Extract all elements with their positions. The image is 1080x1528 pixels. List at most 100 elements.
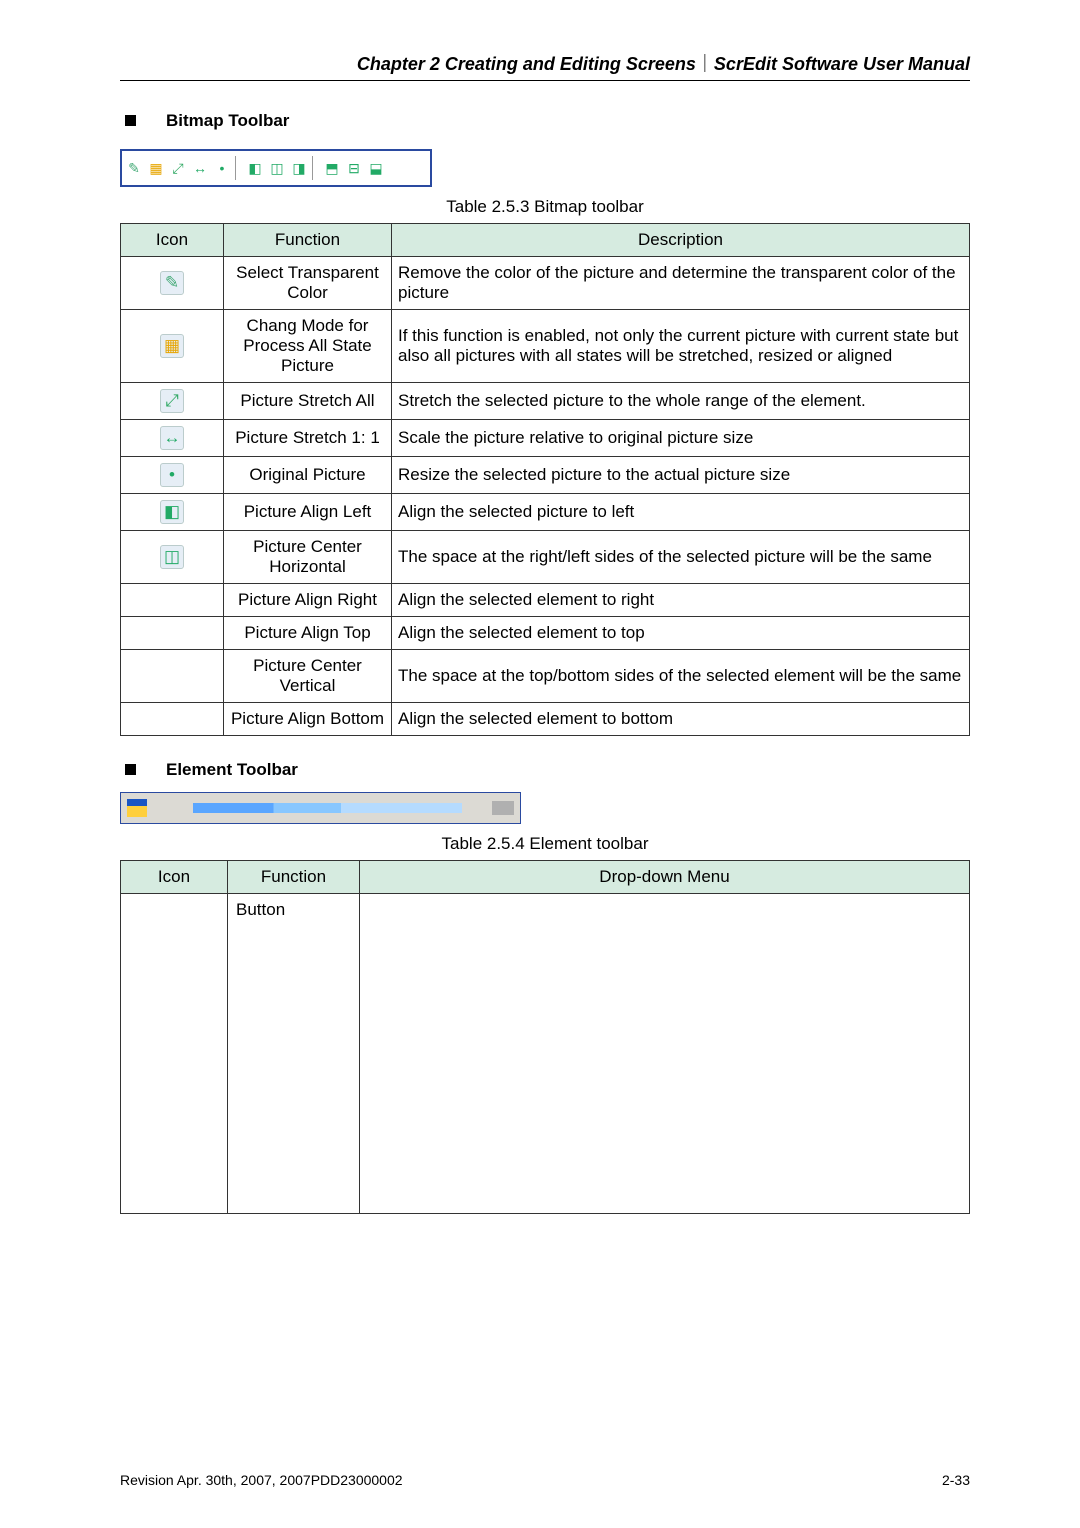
bullet-icon bbox=[125, 115, 136, 126]
icon-cell bbox=[121, 257, 224, 310]
icon-cell bbox=[121, 617, 224, 650]
icon-cell bbox=[121, 650, 224, 703]
align-top-icon[interactable] bbox=[322, 158, 342, 178]
bitmap-toolbar-table: Icon Function Description Select Transpa… bbox=[120, 223, 970, 736]
function-cell: Select Transparent Color bbox=[224, 257, 392, 310]
table-row: Picture Align TopAlign the selected elem… bbox=[121, 617, 970, 650]
pen-icon bbox=[160, 271, 184, 295]
function-cell: Picture Stretch 1: 1 bbox=[224, 420, 392, 457]
table-header-row: Icon Function Description bbox=[121, 224, 970, 257]
bitmap-toolbar-image bbox=[120, 149, 432, 187]
header-sep: ｜ bbox=[696, 54, 714, 74]
section-element-toolbar: Element Toolbar bbox=[120, 760, 970, 780]
header-rule bbox=[120, 80, 970, 81]
function-cell: Picture Stretch All bbox=[224, 383, 392, 420]
align-left-icon bbox=[160, 500, 184, 524]
element-toolbar-table: Icon Function Drop-down Menu Button bbox=[120, 860, 970, 1214]
table-row: Select Transparent ColorRemove the color… bbox=[121, 257, 970, 310]
original-icon[interactable] bbox=[212, 158, 232, 178]
icon-cell bbox=[121, 420, 224, 457]
icon-cell bbox=[121, 531, 224, 584]
icon-cell bbox=[121, 310, 224, 383]
mode-icon bbox=[160, 334, 184, 358]
function-cell: Picture Center Vertical bbox=[224, 650, 392, 703]
table-header-row: Icon Function Drop-down Menu bbox=[121, 861, 970, 894]
table-row: Picture Align BottomAlign the selected e… bbox=[121, 703, 970, 736]
stretch-all-icon bbox=[160, 389, 184, 413]
mode-icon[interactable] bbox=[146, 158, 166, 178]
header-line: Chapter 2 Creating and Editing Screens｜S… bbox=[120, 50, 970, 76]
table-row: Picture Align LeftAlign the selected pic… bbox=[121, 494, 970, 531]
description-cell: Stretch the selected picture to the whol… bbox=[392, 383, 970, 420]
icon-cell bbox=[121, 457, 224, 494]
description-cell: The space at the right/left sides of the… bbox=[392, 531, 970, 584]
table-row: Picture Align RightAlign the selected el… bbox=[121, 584, 970, 617]
icon-cell bbox=[121, 584, 224, 617]
section2-title: Element Toolbar bbox=[166, 760, 298, 779]
page: Chapter 2 Creating and Editing Screens｜S… bbox=[0, 0, 1080, 1528]
stretch-all-icon[interactable] bbox=[168, 158, 188, 178]
doc-title: ScrEdit Software User Manual bbox=[714, 54, 970, 74]
stretch-11-icon[interactable] bbox=[190, 158, 210, 178]
table-row: Button bbox=[121, 894, 970, 1214]
palette-icon bbox=[127, 799, 147, 817]
description-cell: Align the selected element to bottom bbox=[392, 703, 970, 736]
align-left-icon[interactable] bbox=[245, 158, 265, 178]
table-row: Chang Mode for Process All State Picture… bbox=[121, 310, 970, 383]
table-253-caption: Table 2.5.3 Bitmap toolbar bbox=[120, 197, 970, 217]
element-toolbar-image bbox=[120, 792, 521, 824]
page-footer: Revision Apr. 30th, 2007, 2007PDD2300000… bbox=[120, 1472, 970, 1488]
pen-icon[interactable] bbox=[124, 158, 144, 178]
align-bottom-icon[interactable] bbox=[366, 158, 386, 178]
center-horiz-icon bbox=[160, 545, 184, 569]
icon-cell bbox=[121, 494, 224, 531]
function-cell: Chang Mode for Process All State Picture bbox=[224, 310, 392, 383]
description-cell: Align the selected element to top bbox=[392, 617, 970, 650]
description-cell: Align the selected picture to left bbox=[392, 494, 970, 531]
section1-title: Bitmap Toolbar bbox=[166, 111, 289, 130]
stretch-11-icon bbox=[160, 426, 184, 450]
function-cell: Picture Center Horizontal bbox=[224, 531, 392, 584]
function-cell: Original Picture bbox=[224, 457, 392, 494]
page-number: 2-33 bbox=[942, 1472, 970, 1488]
col-description: Description bbox=[392, 224, 970, 257]
col-function: Function bbox=[224, 224, 392, 257]
gradient-bar-icon bbox=[193, 803, 462, 813]
icon-cell bbox=[121, 703, 224, 736]
table-row: Picture Center VerticalThe space at the … bbox=[121, 650, 970, 703]
description-cell: Remove the color of the picture and dete… bbox=[392, 257, 970, 310]
table-row: Original PictureResize the selected pict… bbox=[121, 457, 970, 494]
icon-cell bbox=[121, 894, 228, 1214]
description-cell: Resize the selected picture to the actua… bbox=[392, 457, 970, 494]
col-icon: Icon bbox=[121, 224, 224, 257]
col-icon: Icon bbox=[121, 861, 228, 894]
align-right-icon[interactable] bbox=[289, 158, 309, 178]
original-icon bbox=[160, 463, 184, 487]
description-cell: Align the selected element to right bbox=[392, 584, 970, 617]
description-cell: If this function is enabled, not only th… bbox=[392, 310, 970, 383]
table-row: Picture Stretch AllStretch the selected … bbox=[121, 383, 970, 420]
bullet-icon bbox=[125, 764, 136, 775]
function-cell: Picture Align Right bbox=[224, 584, 392, 617]
function-cell: Picture Align Bottom bbox=[224, 703, 392, 736]
toolbar-stub-icon bbox=[492, 801, 514, 815]
toolbar-separator bbox=[312, 156, 319, 180]
table-row: Picture Stretch 1: 1Scale the picture re… bbox=[121, 420, 970, 457]
center-vert-icon[interactable] bbox=[344, 158, 364, 178]
chapter-title: Chapter 2 Creating and Editing Screens bbox=[357, 54, 696, 74]
center-horiz-icon[interactable] bbox=[267, 158, 287, 178]
function-cell: Picture Align Top bbox=[224, 617, 392, 650]
description-cell: The space at the top/bottom sides of the… bbox=[392, 650, 970, 703]
toolbar-separator bbox=[235, 156, 242, 180]
col-menu: Drop-down Menu bbox=[360, 861, 970, 894]
table-254-caption: Table 2.5.4 Element toolbar bbox=[120, 834, 970, 854]
menu-cell bbox=[360, 894, 970, 1214]
function-cell: Picture Align Left bbox=[224, 494, 392, 531]
icon-cell bbox=[121, 383, 224, 420]
table-row: Picture Center HorizontalThe space at th… bbox=[121, 531, 970, 584]
col-function: Function bbox=[228, 861, 360, 894]
description-cell: Scale the picture relative to original p… bbox=[392, 420, 970, 457]
revision-text: Revision Apr. 30th, 2007, 2007PDD2300000… bbox=[120, 1472, 403, 1488]
function-cell: Button bbox=[228, 894, 360, 1214]
section-bitmap-toolbar: Bitmap Toolbar bbox=[120, 111, 970, 131]
